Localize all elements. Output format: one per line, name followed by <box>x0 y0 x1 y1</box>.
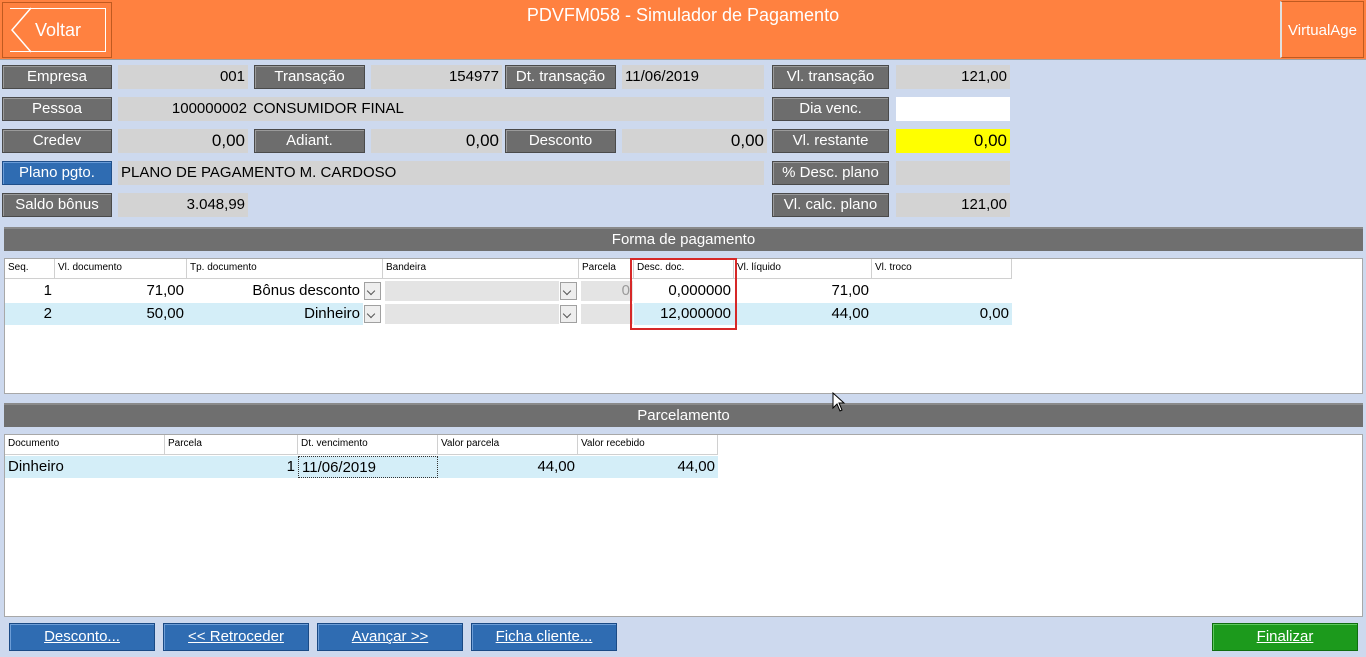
cell-vl-documento[interactable]: 50,00 <box>55 303 187 325</box>
virtualage-button[interactable]: VirtualAge <box>1280 1 1364 58</box>
vl-calc-plano-field[interactable]: 121,00 <box>896 193 1010 217</box>
saldo-bonus-field[interactable]: 3.048,99 <box>118 193 248 217</box>
retroceder-button[interactable]: << Retroceder <box>163 623 309 651</box>
plano-pgto-field[interactable]: PLANO DE PAGAMENTO M. CARDOSO <box>118 161 764 185</box>
desc-plano-field[interactable] <box>896 161 1010 185</box>
cell-parcela[interactable] <box>581 304 633 324</box>
plano-pgto-button[interactable]: Plano pgto. <box>2 161 112 185</box>
desconto-label[interactable]: Desconto <box>505 129 616 153</box>
pessoa-name-field[interactable]: CONSUMIDOR FINAL <box>250 97 764 121</box>
cell-documento[interactable]: Dinheiro <box>5 456 165 478</box>
cell-vl-troco[interactable] <box>872 280 1012 302</box>
empresa-field[interactable]: 001 <box>118 65 248 89</box>
dia-venc-label[interactable]: Dia venc. <box>772 97 889 121</box>
cell-valor-parcela[interactable]: 44,00 <box>438 456 578 478</box>
cell-seq[interactable]: 1 <box>5 280 55 302</box>
pessoa-code-field[interactable]: 100000002 <box>118 97 250 121</box>
desc-plano-label[interactable]: % Desc. plano <box>772 161 889 185</box>
bandeira-field[interactable] <box>385 304 559 324</box>
dt-transacao-label[interactable]: Dt. transação <box>505 65 616 89</box>
bandeira-dropdown[interactable] <box>560 282 577 300</box>
empresa-label[interactable]: Empresa <box>2 65 112 89</box>
credev-field[interactable]: 0,00 <box>118 129 248 153</box>
column-header-valor-parcela[interactable]: Valor parcela <box>438 435 578 455</box>
cell-parcela[interactable]: 0 <box>581 280 633 302</box>
mouse-cursor-icon <box>832 392 846 412</box>
chevron-down-icon <box>562 309 572 319</box>
vl-transacao-label[interactable]: Vl. transação <box>772 65 889 89</box>
adiant-label[interactable]: Adiant. <box>254 129 365 153</box>
vl-restante-label[interactable]: Vl. restante <box>772 129 889 153</box>
pessoa-label[interactable]: Pessoa <box>2 97 112 121</box>
desconto-button[interactable]: Desconto... <box>9 623 155 651</box>
cell-valor-recebido[interactable]: 44,00 <box>578 456 718 478</box>
window-title: PDVFM058 - Simulador de Pagamento <box>526 5 840 25</box>
transacao-label[interactable]: Transação <box>254 65 365 89</box>
tp-documento-dropdown[interactable] <box>364 282 381 300</box>
column-header-tp-documento[interactable]: Tp. documento <box>187 259 383 279</box>
vl-restante-field[interactable]: 0,00 <box>896 129 1010 153</box>
cell-seq[interactable]: 2 <box>5 303 55 325</box>
vl-transacao-field[interactable]: 121,00 <box>896 65 1010 89</box>
chevron-down-icon <box>366 309 376 319</box>
highlight-annotation-box <box>630 258 737 330</box>
parcelamento-grid[interactable]: Documento Parcela Dt. vencimento Valor p… <box>4 434 1363 617</box>
cell-vl-liquido[interactable]: 71,00 <box>734 280 872 302</box>
bandeira-dropdown[interactable] <box>560 305 577 323</box>
column-header-vl-troco[interactable]: Vl. troco <box>872 259 1012 279</box>
column-header-seq[interactable]: Seq. <box>5 259 55 279</box>
cell-dt-vencimento[interactable]: 11/06/2019 <box>298 456 438 478</box>
cell-vl-liquido[interactable]: 44,00 <box>734 303 872 325</box>
desconto-field[interactable]: 0,00 <box>622 129 767 153</box>
cell-vl-documento[interactable]: 71,00 <box>55 280 187 302</box>
dt-transacao-field[interactable]: 11/06/2019 <box>622 65 764 89</box>
forma-pagamento-header: Forma de pagamento <box>4 227 1363 251</box>
column-header-vl-documento[interactable]: Vl. documento <box>55 259 187 279</box>
transacao-field[interactable]: 154977 <box>371 65 502 89</box>
column-header-documento[interactable]: Documento <box>5 435 165 455</box>
bandeira-field[interactable] <box>385 281 559 301</box>
column-header-parcela[interactable]: Parcela <box>165 435 298 455</box>
cell-tp-documento[interactable]: Bônus desconto <box>187 280 363 302</box>
chevron-down-icon <box>562 286 572 296</box>
cell-vl-troco[interactable]: 0,00 <box>872 303 1012 325</box>
chevron-down-icon <box>366 286 376 296</box>
avancar-button[interactable]: Avançar >> <box>317 623 463 651</box>
column-header-vl-liquido[interactable]: Vl. líquido <box>734 259 872 279</box>
cell-parcela[interactable]: 1 <box>165 456 298 478</box>
saldo-bonus-label[interactable]: Saldo bônus <box>2 193 112 217</box>
vl-calc-plano-label[interactable]: Vl. calc. plano <box>772 193 889 217</box>
column-header-dt-vencimento[interactable]: Dt. vencimento <box>298 435 438 455</box>
finalizar-button[interactable]: Finalizar <box>1212 623 1358 651</box>
adiant-field[interactable]: 0,00 <box>371 129 502 153</box>
parcelamento-header: Parcelamento <box>4 403 1363 427</box>
window-header: Voltar PDVFM058 - Simulador de Pagamento… <box>0 0 1366 60</box>
column-header-parcela[interactable]: Parcela <box>579 259 634 279</box>
tp-documento-dropdown[interactable] <box>364 305 381 323</box>
column-header-valor-recebido[interactable]: Valor recebido <box>578 435 718 455</box>
dia-venc-field[interactable] <box>896 97 1010 121</box>
column-header-bandeira[interactable]: Bandeira <box>383 259 579 279</box>
ficha-cliente-button[interactable]: Ficha cliente... <box>471 623 617 651</box>
cell-tp-documento[interactable]: Dinheiro <box>187 303 363 325</box>
credev-label[interactable]: Credev <box>2 129 112 153</box>
